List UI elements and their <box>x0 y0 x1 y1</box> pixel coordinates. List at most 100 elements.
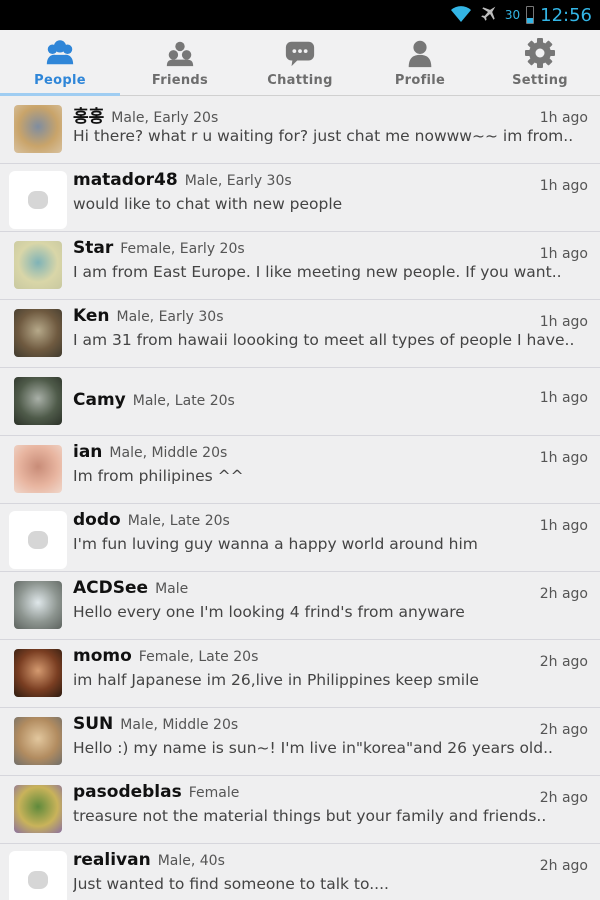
avatar[interactable] <box>14 785 62 833</box>
user-message: treasure not the material things but you… <box>73 807 547 825</box>
list-item-header: pasodeblas Female <box>73 782 590 806</box>
list-item[interactable]: ACDSee Male Hello every one I'm looking 4 … <box>0 572 600 640</box>
chat-bubble-icon <box>284 37 316 69</box>
list-item[interactable]: Star Female, Early 20s I am from East Euro… <box>0 232 600 300</box>
list-item-header: matador48 Male, Early 30s <box>73 170 590 194</box>
avatar[interactable] <box>14 105 62 153</box>
user-meta: Male <box>155 581 189 597</box>
tab-profile[interactable]: Profile <box>360 30 480 95</box>
list-item-content: Star Female, Early 20s I am from East Euro… <box>73 238 590 281</box>
list-item[interactable]: momo Female, Late 20s im half Japanese im … <box>0 640 600 708</box>
list-item-content: matador48 Male, Early 30s would like to ch… <box>73 170 590 213</box>
list-item[interactable]: dodo Male, Late 20s I'm fun luving guy wan… <box>0 504 600 572</box>
clock: 12:56 <box>540 4 592 26</box>
tab-chatting[interactable]: Chatting <box>240 30 360 95</box>
user-message: Im from philipines ^^ <box>73 467 244 485</box>
user-meta: Male, Middle 20s <box>109 445 228 461</box>
timestamp: 2h ago <box>539 858 588 874</box>
people-list[interactable]: 홍홍 Male, Early 20s Hi there? what r u wait… <box>0 96 600 900</box>
battery-icon <box>526 6 535 24</box>
user-message: I'm fun luving guy wanna a happy world a… <box>73 535 478 553</box>
avatar[interactable] <box>9 171 67 229</box>
user-meta: Male, Late 20s <box>127 513 230 529</box>
user-message: I am from East Europe. I like meeting ne… <box>73 263 562 281</box>
list-item[interactable]: pasodeblas Female treasure not the materia… <box>0 776 600 844</box>
avatar[interactable] <box>14 649 62 697</box>
avatar[interactable] <box>9 511 67 569</box>
user-name: Camy <box>73 390 126 410</box>
list-item-header: realivan Male, 40s <box>73 850 590 874</box>
user-message: Hello :) my name is sun~! I'm live in"ko… <box>73 739 553 757</box>
user-meta: Male, 40s <box>157 853 225 869</box>
user-name: dodo <box>73 510 121 530</box>
default-avatar-icon <box>28 871 48 889</box>
list-item-header: Camy Male, Late 20s <box>73 390 590 414</box>
list-item-content: ACDSee Male Hello every one I'm looking 4 … <box>73 578 590 621</box>
user-message: I am 31 from hawaii loooking to meet all… <box>73 331 575 349</box>
avatar[interactable] <box>14 717 62 765</box>
tab-setting[interactable]: Setting <box>480 30 600 95</box>
list-item-header: momo Female, Late 20s <box>73 646 590 670</box>
list-item-header: dodo Male, Late 20s <box>73 510 590 534</box>
user-message: would like to chat with new people <box>73 195 343 213</box>
list-item-header: 홍홍 Male, Early 20s <box>73 102 590 127</box>
timestamp: 1h ago <box>539 518 588 534</box>
user-meta: Female, Late 20s <box>138 649 259 665</box>
tab-label: Chatting <box>267 73 333 88</box>
user-meta: Male, Early 20s <box>111 110 219 126</box>
timestamp: 1h ago <box>539 390 588 406</box>
status-icons: 30 12:56 <box>449 0 592 30</box>
timestamp: 1h ago <box>539 178 588 194</box>
list-item[interactable]: realivan Male, 40s Just wanted to find som… <box>0 844 600 900</box>
list-item[interactable]: 홍홍 Male, Early 20s Hi there? what r u wait… <box>0 96 600 164</box>
tab-people[interactable]: People <box>0 30 120 96</box>
tab-label: Setting <box>512 73 568 88</box>
user-name: 홍홍 <box>73 107 105 127</box>
user-message: Just wanted to find someone to talk to..… <box>73 875 389 893</box>
list-item-header: Star Female, Early 20s <box>73 238 590 262</box>
timestamp: 1h ago <box>539 110 588 126</box>
list-item-content: Camy Male, Late 20s <box>73 390 590 414</box>
list-item-header: ACDSee Male <box>73 578 590 602</box>
tab-label: Friends <box>151 73 209 88</box>
list-item-content: momo Female, Late 20s im half Japanese im … <box>73 646 590 689</box>
user-meta: Female, Early 20s <box>120 241 245 257</box>
user-meta: Male, Early 30s <box>184 173 292 189</box>
avatar[interactable] <box>9 851 67 900</box>
list-item-content: realivan Male, 40s Just wanted to find som… <box>73 850 590 893</box>
avatar[interactable] <box>14 241 62 289</box>
list-item-header: SUN Male, Middle 20s <box>73 714 590 738</box>
avatar[interactable] <box>14 309 62 357</box>
tab-bar: People Friends Chatting Profile Setting <box>0 30 600 96</box>
default-avatar-icon <box>28 531 48 549</box>
user-name: realivan <box>73 850 151 870</box>
list-item[interactable]: matador48 Male, Early 30s would like to ch… <box>0 164 600 232</box>
tab-label: People <box>34 73 86 88</box>
status-bar: 30 12:56 <box>0 0 600 30</box>
user-name: pasodeblas <box>73 782 182 802</box>
airplane-mode-icon <box>479 3 499 27</box>
list-item-content: Ken Male, Early 30s I am 31 from hawaii lo… <box>73 306 590 349</box>
list-item[interactable]: Ken Male, Early 30s I am 31 from hawaii lo… <box>0 300 600 368</box>
tab-label: Profile <box>394 73 446 88</box>
tab-friends[interactable]: Friends <box>120 30 240 95</box>
timestamp: 2h ago <box>539 790 588 806</box>
list-item-content: 홍홍 Male, Early 20s Hi there? what r u wait… <box>73 102 590 145</box>
avatar[interactable] <box>14 445 62 493</box>
avatar[interactable] <box>14 377 62 425</box>
user-name: ACDSee <box>73 578 149 598</box>
default-avatar-icon <box>28 191 48 209</box>
people-icon <box>44 37 76 69</box>
list-item-content: dodo Male, Late 20s I'm fun luving guy wan… <box>73 510 590 553</box>
list-item[interactable]: SUN Male, Middle 20s Hello :) my name is s… <box>0 708 600 776</box>
user-meta: Female <box>188 785 240 801</box>
wifi-icon <box>449 3 473 27</box>
user-meta: Male, Middle 20s <box>120 717 239 733</box>
profile-icon <box>404 37 436 69</box>
timestamp: 1h ago <box>539 314 588 330</box>
avatar[interactable] <box>14 581 62 629</box>
list-item[interactable]: ian Male, Middle 20s Im from philipines ^^… <box>0 436 600 504</box>
user-message: im half Japanese im 26,live in Philippin… <box>73 671 479 689</box>
list-item[interactable]: Camy Male, Late 20s 1h ago <box>0 368 600 436</box>
user-name: SUN <box>73 714 114 734</box>
